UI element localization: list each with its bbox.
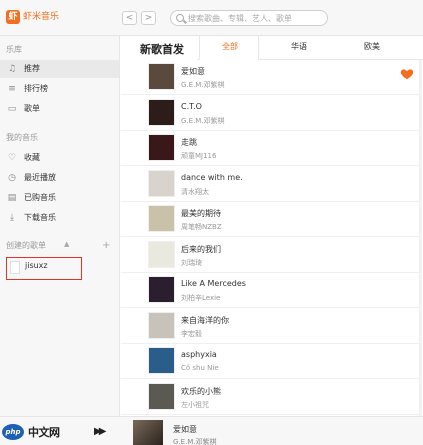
sidebar-item-downloads[interactable]: ⤓ 下载音乐: [0, 209, 119, 227]
sidebar-item-recommend[interactable]: ♫ 推荐: [0, 60, 119, 78]
sidebar-item-label: 下载音乐: [24, 213, 56, 222]
song-artist[interactable]: Cö shu Nie: [181, 364, 219, 372]
forward-button[interactable]: >: [141, 11, 156, 25]
album-cover[interactable]: [148, 311, 175, 339]
main-panel: 新歌首发 全部 华语 欧美 爱如意 G.E.M.邓紫棋 C.T.O G.E.M.邓紫棋…: [121, 35, 423, 416]
song-row[interactable]: 走跳顽童MJ116: [121, 131, 419, 166]
song-title[interactable]: C.T.O: [181, 102, 202, 111]
song-artist[interactable]: G.E.M.邓紫棋: [181, 80, 225, 90]
app-name: 虾米音乐: [23, 12, 60, 22]
song-artist[interactable]: G.E.M.邓紫棋: [181, 116, 225, 126]
sidebar-item-label: 排行榜: [24, 84, 48, 93]
song-artist[interactable]: 周笔畅NZBZ: [181, 222, 222, 232]
chart-icon: ≡: [8, 84, 16, 94]
sidebar-playlist-item[interactable]: jisuxz: [6, 257, 82, 280]
song-title[interactable]: 走跳: [181, 137, 197, 148]
song-artist[interactable]: 顽童MJ116: [181, 151, 216, 161]
search-input[interactable]: [188, 12, 324, 24]
song-title[interactable]: 来自海洋的你: [181, 315, 229, 326]
sidebar-item-recent[interactable]: ◷ 最近播放: [0, 169, 119, 187]
back-button[interactable]: <: [122, 11, 137, 25]
album-cover[interactable]: [148, 382, 175, 410]
song-row[interactable]: asphyxia Cö shu Nie: [121, 344, 419, 379]
song-row[interactable]: dance with me. 清水翔太: [121, 167, 419, 202]
clock-icon: ◷: [8, 173, 16, 183]
watermark-text: 中文网: [28, 426, 60, 439]
now-playing-title: 爱如意: [173, 425, 197, 434]
sidebar-item-favorites[interactable]: ♡ 收藏: [0, 149, 119, 167]
sidebar-item-playlists[interactable]: ▭ 歌单: [0, 100, 119, 118]
now-playing-cover[interactable]: [133, 420, 163, 445]
created-playlists-title: 创建的歌单: [6, 241, 46, 250]
sidebar-item-label: 收藏: [24, 153, 40, 162]
watermark-logo: php: [2, 424, 24, 440]
add-playlist-button[interactable]: +: [102, 240, 110, 251]
playlist-name: jisuxz: [25, 261, 48, 270]
sidebar-item-label: 歌单: [24, 104, 40, 113]
song-title[interactable]: 最美的期待: [181, 208, 221, 219]
song-row[interactable]: C.T.O G.E.M.邓紫棋: [121, 96, 419, 131]
library-section-title: 乐库: [6, 45, 22, 54]
album-cover[interactable]: [148, 63, 175, 90]
album-cover[interactable]: [148, 240, 175, 268]
song-title[interactable]: 欢乐的小熊: [181, 386, 221, 397]
album-cover[interactable]: [148, 276, 175, 303]
player-bar: php 中文网 ▶▶ 爱如意 G.E.M.邓紫棋: [0, 416, 423, 445]
collapse-arrow-icon[interactable]: ▲: [64, 240, 69, 248]
sidebar-item-purchased[interactable]: ▤ 已购音乐: [0, 189, 119, 207]
song-row[interactable]: Like A Mercedes 刘柏辛Lexie: [121, 273, 419, 308]
purchased-icon: ▤: [7, 193, 17, 203]
playlist-icon: ▭: [7, 104, 17, 114]
song-row[interactable]: 欢乐的小熊 左小祖咒: [121, 380, 419, 415]
scrollbar[interactable]: [419, 60, 422, 416]
album-cover[interactable]: [148, 169, 175, 197]
download-icon: ⤓: [10, 213, 14, 223]
song-row[interactable]: 后来的我们 刘瑞琦: [121, 238, 419, 273]
song-title[interactable]: 后来的我们: [181, 244, 221, 255]
sidebar-item-charts[interactable]: ≡ 排行榜: [0, 80, 119, 98]
app-logo-icon: 虾: [6, 10, 20, 24]
album-cover[interactable]: [148, 205, 175, 232]
tab-western[interactable]: 欧美: [364, 41, 380, 52]
like-heart-icon[interactable]: [400, 67, 414, 81]
tab-chinese[interactable]: 华语: [291, 41, 307, 52]
song-artist[interactable]: 刘瑞琦: [181, 258, 202, 268]
my-music-section-title: 我的音乐: [6, 133, 38, 142]
title-bar: 虾 虾米音乐 < >: [0, 0, 423, 36]
next-track-icon[interactable]: ▶▶: [94, 426, 107, 437]
search-icon[interactable]: [176, 14, 184, 22]
album-cover[interactable]: [148, 347, 175, 374]
album-cover[interactable]: [148, 98, 175, 126]
song-artist[interactable]: 左小祖咒: [181, 400, 209, 410]
search-box[interactable]: [170, 10, 328, 26]
page-title: 新歌首发: [140, 43, 184, 56]
sidebar-item-label: 推荐: [24, 64, 40, 73]
song-artist[interactable]: 刘柏辛Lexie: [181, 293, 220, 303]
song-title[interactable]: asphyxia: [181, 350, 217, 359]
tab-all[interactable]: 全部: [222, 41, 238, 52]
song-title[interactable]: 爱如意: [181, 66, 205, 77]
music-note-icon: ♫: [7, 64, 17, 74]
sidebar-item-label: 最近播放: [24, 173, 56, 182]
heart-icon: ♡: [7, 153, 17, 163]
tab-bar: 全部 华语 欧美: [197, 35, 423, 60]
song-row[interactable]: 来自海洋的你 李宏毅: [121, 309, 419, 344]
now-playing-artist: G.E.M.邓紫棋: [173, 438, 217, 445]
song-artist[interactable]: 李宏毅: [181, 329, 202, 339]
album-cover[interactable]: [148, 134, 175, 161]
sidebar-item-label: 已购音乐: [24, 193, 56, 202]
playlist-thumbnail: [10, 261, 20, 274]
sidebar: 乐库 ♫ 推荐 ≡ 排行榜 ▭ 歌单 我的音乐 ♡ 收藏 ◷ 最近播放 ▤ 已购…: [0, 36, 120, 416]
song-title[interactable]: dance with me.: [181, 173, 243, 182]
song-title[interactable]: Like A Mercedes: [181, 279, 246, 288]
song-artist[interactable]: 清水翔太: [181, 187, 209, 197]
song-row[interactable]: 爱如意 G.E.M.邓紫棋: [121, 60, 419, 95]
song-row[interactable]: 最美的期待周笔畅NZBZ: [121, 202, 419, 237]
